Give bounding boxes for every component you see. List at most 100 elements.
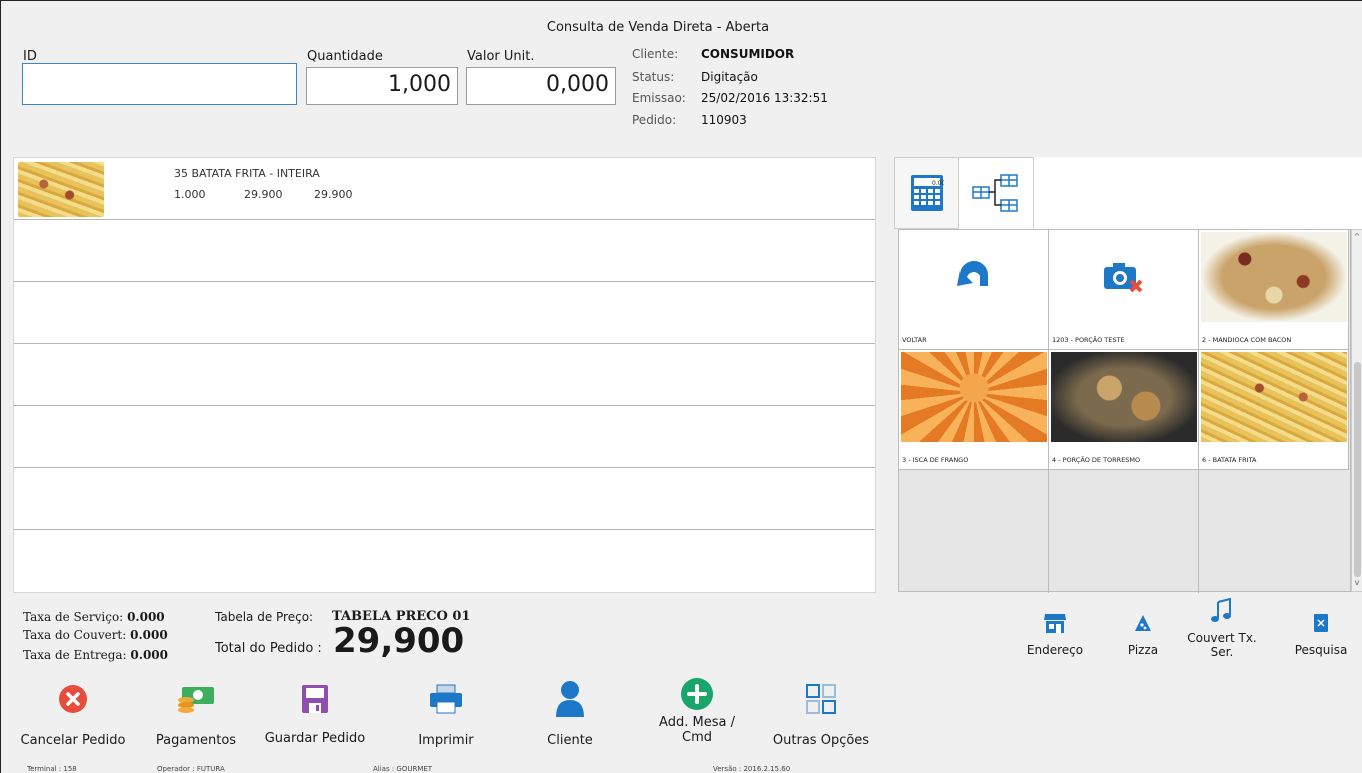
undo-pic <box>901 232 1047 322</box>
empty-tile <box>1199 470 1349 593</box>
scroll-thumb[interactable] <box>1354 362 1361 577</box>
product-tile-torresmo[interactable]: 4 - PORÇÃO DE TORRESMO <box>1049 350 1199 470</box>
order-item-name: 35 BATATA FRITA - INTEIRA <box>174 167 320 180</box>
no-photo-icon <box>1104 263 1143 293</box>
product-caption: 3 - ISCA DE FRANGO <box>902 456 969 464</box>
service-tax-value: 0.000 <box>127 610 165 624</box>
product-tile-isca-frango[interactable]: 3 - ISCA DE FRANGO <box>899 350 1049 470</box>
order-item-row[interactable]: 35 BATATA FRITA - INTEIRA 1.000 29.900 29.… <box>14 158 875 220</box>
client-value: CONSUMIDOR <box>701 47 795 61</box>
couvert-fee-label-2: Ser. <box>1210 645 1234 659</box>
floppy-disk-icon <box>257 677 373 721</box>
couvert-tax-value: 0.000 <box>130 628 168 642</box>
product-tile-mandioca[interactable]: 2 - MANDIOCA COM BACON <box>1199 230 1349 350</box>
couvert-tax-label: Taxa do Couvert: <box>23 628 127 642</box>
isca-frango-photo <box>901 352 1047 442</box>
order-total-label: Total do Pedido : <box>215 641 322 656</box>
print-label: Imprimir <box>418 733 474 748</box>
client-label: Cliente <box>547 733 593 748</box>
pizza-label: Pizza <box>1127 643 1159 657</box>
calculator-icon: 0.00 <box>910 175 944 211</box>
service-tax-label: Taxa de Serviço: <box>23 610 124 624</box>
add-table-button[interactable]: Add. Mesa / Cmd <box>647 677 747 745</box>
add-circle-icon <box>647 677 747 711</box>
service-tax: Taxa de Serviço: 0.000 <box>23 610 165 624</box>
product-tab-strip: 0.00 <box>894 157 1362 229</box>
store-icon <box>1025 609 1085 637</box>
cancel-order-button[interactable]: Cancelar Pedido <box>17 677 129 748</box>
print-button[interactable]: Imprimir <box>401 677 491 748</box>
version-info: Versão : 2016.2.15.60 <box>713 765 791 773</box>
cancel-icon <box>17 677 129 721</box>
price-table-label: Tabela de Preço: <box>215 610 314 624</box>
add-table-label-1: Add. Mesa / <box>659 715 735 730</box>
search-button[interactable]: Pesquisa <box>1291 609 1351 657</box>
printer-icon <box>401 677 491 721</box>
unit-price-input[interactable]: 0,000 <box>466 67 616 105</box>
emission-value: 25/02/2016 13:32:51 <box>701 91 828 105</box>
empty-row <box>14 344 875 406</box>
client-key: Cliente: <box>632 47 679 61</box>
product-caption: 6 - BATATA FRITA <box>1202 456 1257 464</box>
music-note-icon <box>1187 597 1257 625</box>
couvert-fee-label-1: Couvert Tx. <box>1187 631 1257 645</box>
delivery-tax-value: 0.000 <box>130 648 168 662</box>
order-item-unit: 29.900 <box>244 188 283 201</box>
payments-label: Pagamentos <box>155 733 237 748</box>
order-number-key: Pedido: <box>632 113 677 127</box>
add-table-label-2: Cmd <box>682 730 712 745</box>
product-tile-voltar[interactable]: VOLTAR <box>899 230 1049 350</box>
window-title: Consulta de Venda Direta - Aberta <box>546 20 770 35</box>
empty-tile <box>1049 470 1199 593</box>
quantity-input[interactable]: 1,000 <box>306 67 458 105</box>
couvert-fee-button[interactable]: Couvert Tx. Ser. <box>1187 597 1257 659</box>
scroll-down-icon[interactable]: v <box>1352 578 1362 587</box>
search-book-icon <box>1291 609 1351 637</box>
id-label: ID <box>23 49 37 64</box>
quantity-label: Quantidade <box>307 49 383 64</box>
order-items-list: 35 BATATA FRITA - INTEIRA 1.000 29.900 29.… <box>13 157 876 593</box>
emission-key: Emissao: <box>632 91 686 105</box>
product-tile-porcao-teste[interactable]: 1203 - PORÇÃO TESTE <box>1049 230 1199 350</box>
status-key: Status: <box>632 70 675 84</box>
product-caption: 1203 - PORÇÃO TESTE <box>1052 336 1125 344</box>
save-order-label: Guardar Pedido <box>264 731 366 746</box>
product-caption: 2 - MANDIOCA COM BACON <box>1202 336 1292 344</box>
empty-row <box>14 282 875 344</box>
address-label: Endereço <box>1026 643 1084 657</box>
batata-frita-photo <box>1201 352 1347 442</box>
order-item-values: 1.000 29.900 29.900 <box>174 188 384 201</box>
tab-product-tree[interactable] <box>958 157 1034 229</box>
grid-options-icon <box>765 677 877 721</box>
couvert-tax: Taxa do Couvert: 0.000 <box>23 628 168 642</box>
torresmo-photo <box>1051 352 1197 442</box>
order-total-value: 29,900 <box>333 621 465 661</box>
other-options-button[interactable]: Outras Opções <box>765 677 877 748</box>
no-photo-pic <box>1051 232 1197 322</box>
save-order-button[interactable]: Guardar Pedido <box>257 677 373 746</box>
product-grid-scrollbar[interactable]: ^ v <box>1351 229 1362 592</box>
other-options-label: Outras Opções <box>772 733 870 748</box>
product-caption: VOLTAR <box>902 336 927 344</box>
product-tile-batata-frita[interactable]: 6 - BATATA FRITA <box>1199 350 1349 470</box>
empty-row <box>14 468 875 530</box>
client-button[interactable]: Cliente <box>525 677 615 748</box>
terminal-info: Terminal : 158 <box>27 765 77 773</box>
product-caption: 4 - PORÇÃO DE TORRESMO <box>1052 456 1141 464</box>
cancel-order-label: Cancelar Pedido <box>20 733 126 748</box>
order-number-value: 110903 <box>701 113 747 127</box>
status-value: Digitação <box>701 70 758 84</box>
address-button[interactable]: Endereço <box>1025 609 1085 657</box>
payments-button[interactable]: Pagamentos <box>151 677 241 748</box>
id-input[interactable] <box>22 63 297 105</box>
alias-info: Alias : GOURMET <box>373 765 433 773</box>
empty-row <box>14 220 875 282</box>
undo-icon <box>957 260 988 286</box>
scroll-up-icon[interactable]: ^ <box>1352 232 1362 241</box>
pizza-button[interactable]: Pizza <box>1113 609 1173 657</box>
svg-text:0.00: 0.00 <box>932 180 944 187</box>
mandioca-photo <box>1201 232 1347 322</box>
order-item-total: 29.900 <box>314 188 353 201</box>
tab-calculator[interactable]: 0.00 <box>894 157 958 229</box>
money-icon <box>151 677 241 721</box>
